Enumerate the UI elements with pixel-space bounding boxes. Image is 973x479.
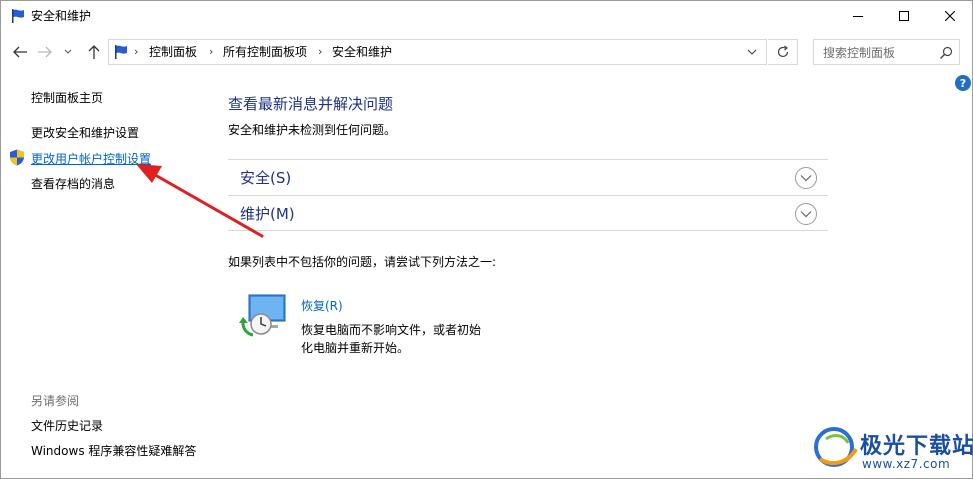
flag-icon	[115, 45, 127, 59]
close-button[interactable]	[927, 1, 973, 31]
chevron-down-icon	[64, 49, 72, 54]
breadcrumb-separator[interactable]: ›	[134, 45, 138, 59]
maintenance-section[interactable]: 维护(M)	[228, 195, 828, 231]
uac-shield-icon	[10, 149, 24, 166]
status-message: 安全和维护未检测到任何问题。	[228, 123, 397, 137]
help-icon[interactable]: ?	[955, 75, 971, 91]
title-bar: 安全和维护	[1, 1, 972, 31]
troubleshoot-hint: 如果列表中不包括你的问题，请尝试下列方法之一:	[228, 255, 497, 269]
refresh-button[interactable]	[768, 39, 798, 65]
view-archived-messages-link[interactable]: 查看存档的消息	[31, 177, 115, 191]
close-icon	[945, 11, 955, 21]
search-icon[interactable]	[938, 45, 954, 61]
change-security-settings-link[interactable]: 更改安全和维护设置	[31, 126, 139, 140]
minimize-button[interactable]	[835, 1, 881, 31]
breadcrumb-separator[interactable]: ›	[318, 45, 322, 59]
chevron-down-icon	[747, 49, 757, 55]
watermark-brand: 极光下载站	[860, 434, 973, 459]
recovery-icon[interactable]	[239, 293, 287, 337]
back-button[interactable]	[9, 42, 31, 62]
flag-icon	[12, 9, 24, 23]
expand-maintenance-button[interactable]	[795, 203, 817, 225]
address-bar[interactable]: › 控制面板 › 所有控制面板项 › 安全和维护	[108, 39, 767, 65]
window-title: 安全和维护	[31, 9, 92, 23]
change-uac-settings-link[interactable]: 更改用户帐户控制设置	[31, 152, 151, 166]
recovery-description: 恢复电脑而不影响文件，或者初始化电脑并重新开始。	[301, 323, 482, 355]
see-also-heading: 另请参阅	[31, 394, 80, 408]
up-button[interactable]	[83, 42, 105, 62]
minimize-icon	[853, 16, 863, 17]
watermark-url: www.xz7.com	[862, 457, 951, 471]
search-input[interactable]: 搜索控制面板	[813, 39, 960, 65]
maximize-button[interactable]	[881, 1, 927, 31]
arrow-left-icon	[13, 46, 27, 58]
page-title: 查看最新消息并解决问题	[228, 95, 394, 113]
arrow-right-icon	[38, 46, 52, 58]
expand-security-button[interactable]	[795, 167, 817, 189]
maximize-icon	[899, 11, 909, 21]
maintenance-section-label: 维护(M)	[240, 205, 295, 223]
arrow-up-icon	[88, 45, 100, 59]
control-panel-home-link[interactable]: 控制面板主页	[31, 91, 103, 105]
compatibility-troubleshooter-link[interactable]: Windows 程序兼容性疑难解答	[31, 444, 196, 458]
search-placeholder: 搜索控制面板	[823, 46, 896, 60]
navigation-bar: › 控制面板 › 所有控制面板项 › 安全和维护 搜索控制面板	[1, 32, 972, 72]
breadcrumb-control-panel[interactable]: 控制面板	[149, 45, 197, 59]
breadcrumb-separator[interactable]: ›	[209, 45, 213, 59]
security-section[interactable]: 安全(S)	[228, 159, 828, 195]
breadcrumb-security-maintenance[interactable]: 安全和维护	[332, 45, 392, 59]
file-history-link[interactable]: 文件历史记录	[31, 419, 103, 433]
security-section-label: 安全(S)	[240, 169, 292, 187]
recovery-link[interactable]: 恢复(R)	[301, 299, 343, 313]
forward-button[interactable]	[34, 42, 56, 62]
chevron-down-icon	[800, 211, 812, 218]
refresh-icon	[777, 45, 788, 58]
chevron-down-icon	[800, 175, 812, 182]
breadcrumb-all-items[interactable]: 所有控制面板项	[223, 45, 307, 59]
recent-locations-button[interactable]	[61, 42, 75, 62]
address-dropdown-button[interactable]	[743, 43, 761, 61]
control-panel-window: 安全和维护 › 控制面板 › 所有控制面板项 › 安全和维护 搜索控制面板 ? …	[0, 0, 973, 479]
